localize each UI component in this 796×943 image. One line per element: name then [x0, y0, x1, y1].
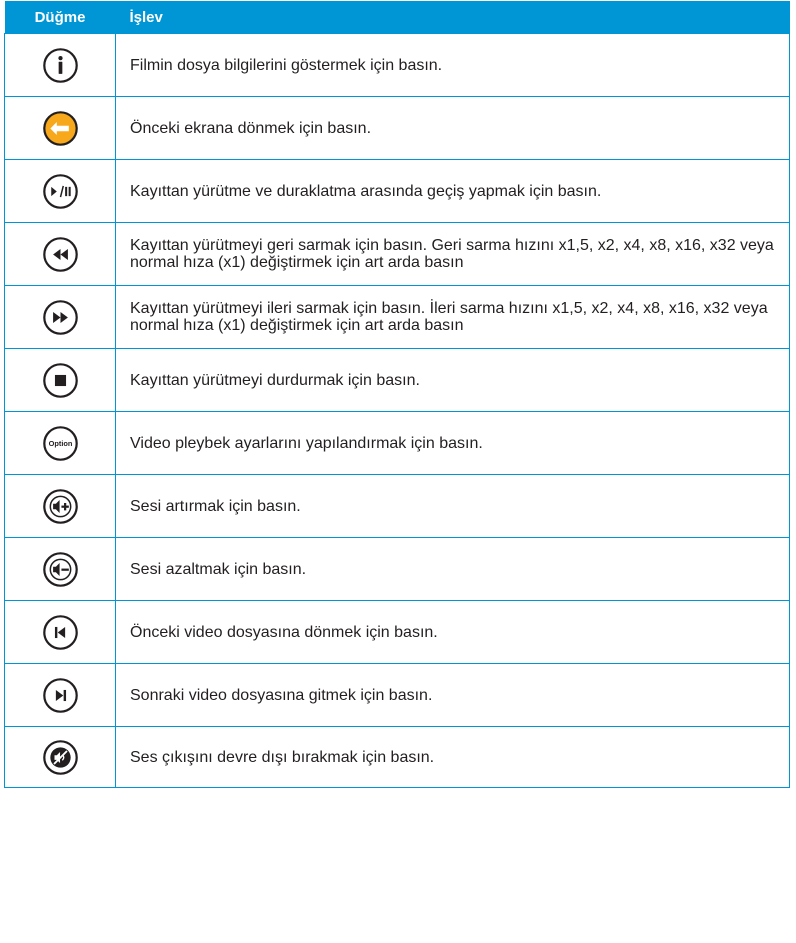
mute-icon — [42, 739, 79, 776]
function-cell: Sesi artırmak için basın. — [115, 474, 790, 538]
table-row: Sonraki video dosyasına gitmek için bası… — [4, 663, 790, 727]
table-row: Sesi artırmak için basın. — [4, 474, 790, 538]
info-icon — [42, 47, 79, 84]
button-cell — [4, 159, 116, 223]
function-cell: Sonraki video dosyasına gitmek için bası… — [115, 663, 790, 727]
button-cell — [4, 474, 116, 538]
volume-down-icon — [42, 551, 79, 588]
header-function-column: İşlev — [115, 1, 790, 34]
table-row: Sesi azaltmak için basın. — [4, 537, 790, 601]
button-cell — [4, 348, 116, 412]
function-cell: Ses çıkışını devre dışı bırakmak için ba… — [115, 726, 790, 788]
stop-icon — [42, 362, 79, 399]
table-header-row: Düğme İşlev — [4, 1, 790, 34]
function-cell: Kayıttan yürütme ve duraklatma arasında … — [115, 159, 790, 223]
table-row: Ses çıkışını devre dışı bırakmak için ba… — [4, 726, 790, 788]
function-cell: Kayıttan yürütmeyi geri sarmak için bası… — [115, 222, 790, 286]
rewind-icon — [42, 236, 79, 273]
back-icon — [42, 110, 79, 147]
function-cell: Kayıttan yürütmeyi ileri sarmak için bas… — [115, 285, 790, 349]
button-cell — [4, 285, 116, 349]
table-row: Önceki video dosyasına dönmek için basın… — [4, 600, 790, 664]
fast-forward-icon — [42, 299, 79, 336]
next-track-icon — [42, 677, 79, 714]
button-cell: Option — [4, 411, 116, 475]
function-cell: Önceki video dosyasına dönmek için basın… — [115, 600, 790, 664]
button-function-table: Düğme İşlev Filmin dosya bilgilerini gös… — [4, 1, 790, 788]
previous-track-icon — [42, 614, 79, 651]
button-cell — [4, 537, 116, 601]
button-cell — [4, 663, 116, 727]
button-cell — [4, 222, 116, 286]
option-icon-label: Option — [48, 438, 72, 447]
function-cell: Kayıttan yürütmeyi durdurmak için basın. — [115, 348, 790, 412]
table-row: Option Video pleybek ayarlarını yapıland… — [4, 411, 790, 475]
button-cell — [4, 726, 116, 788]
button-cell — [4, 33, 116, 97]
table-row: Kayıttan yürütme ve duraklatma arasında … — [4, 159, 790, 223]
button-cell — [4, 96, 116, 160]
function-cell: Video pleybek ayarlarını yapılandırmak i… — [115, 411, 790, 475]
function-cell: Filmin dosya bilgilerini göstermek için … — [115, 33, 790, 97]
button-cell — [4, 600, 116, 664]
option-icon: Option — [42, 425, 79, 462]
table-row: Kayıttan yürütmeyi geri sarmak için bası… — [4, 222, 790, 286]
table-row: Kayıttan yürütmeyi ileri sarmak için bas… — [4, 285, 790, 349]
table-row: Kayıttan yürütmeyi durdurmak için basın. — [4, 348, 790, 412]
table-row: Filmin dosya bilgilerini göstermek için … — [4, 33, 790, 97]
play-pause-icon — [42, 173, 79, 210]
function-cell: Önceki ekrana dönmek için basın. — [115, 96, 790, 160]
header-button-column: Düğme — [4, 1, 116, 34]
table-row: Önceki ekrana dönmek için basın. — [4, 96, 790, 160]
function-cell: Sesi azaltmak için basın. — [115, 537, 790, 601]
volume-up-icon — [42, 488, 79, 525]
